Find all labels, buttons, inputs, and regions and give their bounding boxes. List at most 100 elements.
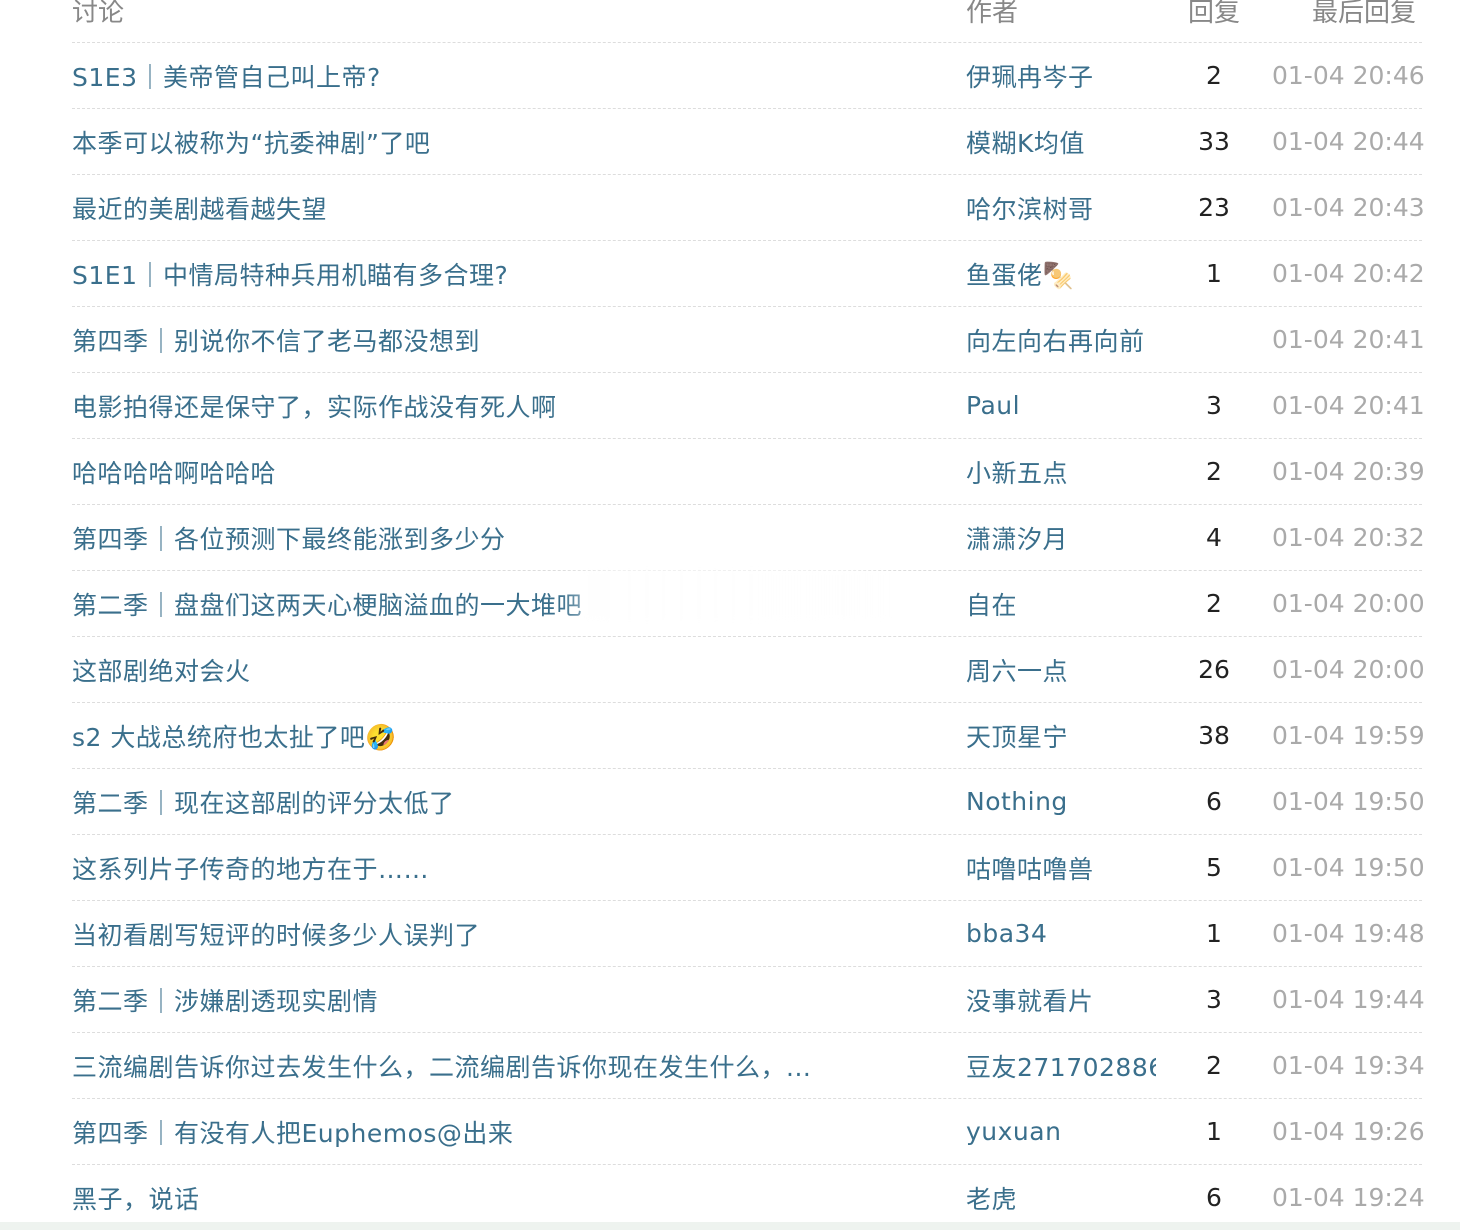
topic-cell: 第四季｜各位预测下最终能涨到多少分 xyxy=(72,520,966,556)
reply-count: 33 xyxy=(1198,127,1230,156)
topic-cell: 这部剧绝对会火 xyxy=(72,652,966,688)
last-reply-cell: 01-04 19:50 xyxy=(1272,853,1425,882)
topic-link[interactable]: 三流编剧告诉你过去发生什么，二流编剧告诉你现在发生什么，... xyxy=(72,1053,811,1082)
topic-link[interactable]: 哈哈哈哈啊哈哈哈 xyxy=(72,459,276,488)
last-reply-cell: 01-04 19:26 xyxy=(1272,1117,1425,1146)
author-link[interactable]: 老虎 xyxy=(966,1185,1017,1214)
author-link[interactable]: 向左向右再向前 xyxy=(966,327,1145,356)
author-link[interactable]: bba34 xyxy=(966,919,1047,948)
topic-link[interactable]: 这系列片子传奇的地方在于…… xyxy=(72,855,429,884)
last-reply-cell: 01-04 20:00 xyxy=(1272,589,1425,618)
table-row: 第四季｜各位预测下最终能涨到多少分 潇潇汐月 4 01-04 20:32 xyxy=(72,505,1425,571)
topic-link[interactable]: 第二季｜现在这部剧的评分太低了 xyxy=(72,789,455,818)
table-row: 这系列片子传奇的地方在于…… 咕噜咕噜兽 5 01-04 19:50 xyxy=(72,835,1425,901)
topic-link[interactable]: 最近的美剧越看越失望 xyxy=(72,195,327,224)
topic-cell: 第四季｜别说你不信了老马都没想到 xyxy=(72,322,966,358)
author-link[interactable]: 伊珮冉岑子 xyxy=(966,63,1094,92)
topic-link[interactable]: 第四季｜各位预测下最终能涨到多少分 xyxy=(72,525,506,554)
author-link[interactable]: yuxuan xyxy=(966,1117,1061,1146)
last-reply-cell: 01-04 20:42 xyxy=(1272,259,1425,288)
topic-link[interactable]: 第二季｜涉嫌剧透现实剧情 xyxy=(72,987,378,1016)
table-row: 电影拍得还是保守了，实际作战没有死人啊 Paul 3 01-04 20:41 xyxy=(72,373,1425,439)
reply-count: 2 xyxy=(1206,61,1222,90)
author-link[interactable]: 咕噜咕噜兽 xyxy=(966,855,1094,884)
reply-count: 3 xyxy=(1206,985,1222,1014)
author-link[interactable]: 天顶星宁 xyxy=(966,723,1068,752)
topic-cell: S1E1｜中情局特种兵用机瞄有多合理? xyxy=(72,256,966,292)
author-link[interactable]: 没事就看片 xyxy=(966,987,1094,1016)
last-reply-time: 01-04 19:34 xyxy=(1272,1051,1425,1080)
topic-cell: 第二季｜现在这部剧的评分太低了 xyxy=(72,784,966,820)
author-link[interactable]: 自在 xyxy=(966,591,1017,620)
reply-count: 2 xyxy=(1206,1051,1222,1080)
author-link[interactable]: 模糊K均值 xyxy=(966,129,1085,158)
reply-count-cell: 2 xyxy=(1156,589,1272,618)
topic-link[interactable]: 电影拍得还是保守了，实际作战没有死人啊 xyxy=(72,393,557,422)
author-cell: 没事就看片 xyxy=(966,982,1156,1018)
reply-count-cell: 33 xyxy=(1156,127,1272,156)
last-reply-time: 01-04 20:44 xyxy=(1272,127,1425,156)
last-reply-cell: 01-04 20:32 xyxy=(1272,523,1425,552)
topic-link[interactable]: 当初看剧写短评的时候多少人误判了 xyxy=(72,921,480,950)
topic-link[interactable]: 这部剧绝对会火 xyxy=(72,657,251,686)
reply-count-cell: 1 xyxy=(1156,919,1272,948)
author-cell: Paul xyxy=(966,391,1156,420)
header-replies: 回复 xyxy=(1187,0,1240,28)
last-reply-time: 01-04 20:41 xyxy=(1272,325,1425,354)
reply-count: 1 xyxy=(1206,919,1222,948)
table-row: 三流编剧告诉你过去发生什么，二流编剧告诉你现在发生什么，... 豆友2717028… xyxy=(72,1033,1425,1099)
author-cell: 天顶星宁 xyxy=(966,718,1156,754)
last-reply-time: 01-04 20:00 xyxy=(1272,655,1425,684)
reply-count-cell: 4 xyxy=(1156,523,1272,552)
reply-count-cell: 23 xyxy=(1156,193,1272,222)
author-link[interactable]: 鱼蛋佬🍢 xyxy=(966,261,1074,290)
topic-link[interactable]: S1E1｜中情局特种兵用机瞄有多合理? xyxy=(72,261,508,290)
reply-count: 1 xyxy=(1206,1117,1222,1146)
topic-link[interactable]: 黑子，说话 xyxy=(72,1185,200,1214)
reply-count-cell: 6 xyxy=(1156,787,1272,816)
last-reply-cell: 01-04 19:34 xyxy=(1272,1051,1425,1080)
table-row: s2 大战总统府也太扯了吧🤣 天顶星宁 38 01-04 19:59 xyxy=(72,703,1425,769)
table-row: 最近的美剧越看越失望 哈尔滨树哥 23 01-04 20:43 xyxy=(72,175,1425,241)
last-reply-time: 01-04 20:46 xyxy=(1272,61,1425,90)
topic-link[interactable]: 第二季｜盘盘们这两天心梗脑溢血的一大堆吧 xyxy=(72,591,582,620)
reply-count-cell: 1 xyxy=(1156,259,1272,288)
reply-count-cell: 1 xyxy=(1156,1117,1272,1146)
table-row: 第二季｜现在这部剧的评分太低了 Nothing 6 01-04 19:50 xyxy=(72,769,1425,835)
author-link[interactable]: Paul xyxy=(966,391,1020,420)
topic-link[interactable]: 第四季｜有没有人把Euphemos@出来 xyxy=(72,1119,513,1148)
last-reply-time: 01-04 19:48 xyxy=(1272,919,1425,948)
author-cell: 鱼蛋佬🍢 xyxy=(966,256,1156,292)
last-reply-time: 01-04 19:44 xyxy=(1272,985,1425,1014)
topic-link[interactable]: 第四季｜别说你不信了老马都没想到 xyxy=(72,327,480,356)
header-topic: 讨论 xyxy=(72,0,125,28)
topic-link[interactable]: 本季可以被称为“抗委神剧”了吧 xyxy=(72,129,430,158)
table-row: 哈哈哈哈啊哈哈哈 小新五点 2 01-04 20:39 xyxy=(72,439,1425,505)
author-cell: Nothing xyxy=(966,787,1156,816)
last-reply-time: 01-04 19:26 xyxy=(1272,1117,1425,1146)
reply-count-cell: 2 xyxy=(1156,61,1272,90)
table-row: 第四季｜别说你不信了老马都没想到 向左向右再向前 01-04 20:41 xyxy=(72,307,1425,373)
discussion-rows: S1E3｜美帝管自己叫上帝? 伊珮冉岑子 2 01-04 20:46 本季可以被称为“抗… xyxy=(72,43,1425,1230)
author-cell: 模糊K均值 xyxy=(966,124,1156,160)
author-link[interactable]: Nothing xyxy=(966,787,1068,816)
reply-count: 3 xyxy=(1206,391,1222,420)
reply-count: 26 xyxy=(1198,655,1230,684)
table-row: 第二季｜涉嫌剧透现实剧情 没事就看片 3 01-04 19:44 xyxy=(72,967,1425,1033)
last-reply-cell: 01-04 20:41 xyxy=(1272,325,1425,354)
author-link[interactable]: 潇潇汐月 xyxy=(966,525,1068,554)
reply-count-cell: 3 xyxy=(1156,391,1272,420)
topic-link[interactable]: s2 大战总统府也太扯了吧🤣 xyxy=(72,723,397,752)
reply-count: 1 xyxy=(1206,259,1222,288)
author-cell: 向左向右再向前 xyxy=(966,322,1156,358)
table-row: S1E3｜美帝管自己叫上帝? 伊珮冉岑子 2 01-04 20:46 xyxy=(72,43,1425,109)
author-cell: 自在 xyxy=(966,586,1156,622)
author-link[interactable]: 周六一点 xyxy=(966,657,1068,686)
reply-count-cell: 3 xyxy=(1156,985,1272,1014)
author-link[interactable]: 小新五点 xyxy=(966,459,1068,488)
author-link[interactable]: 豆友271702886 xyxy=(966,1053,1156,1082)
topic-cell: 第二季｜涉嫌剧透现实剧情 xyxy=(72,982,966,1018)
topic-link[interactable]: S1E3｜美帝管自己叫上帝? xyxy=(72,63,381,92)
blur-overlay xyxy=(560,570,890,620)
author-link[interactable]: 哈尔滨树哥 xyxy=(966,195,1094,224)
